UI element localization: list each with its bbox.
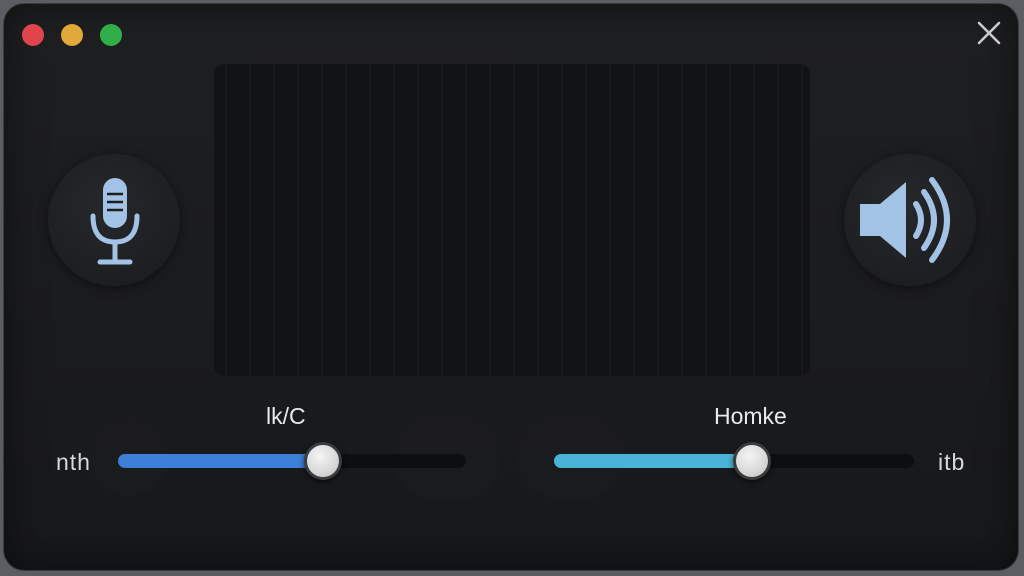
- slider-left-title: lk/C: [266, 403, 306, 429]
- slider-right-track[interactable]: [554, 442, 914, 480]
- window-minimize-light[interactable]: [61, 24, 83, 46]
- slider-left-side-label: nth: [56, 449, 91, 475]
- slider-left-thumb[interactable]: [304, 442, 343, 480]
- microphone-button[interactable]: [48, 154, 180, 286]
- slider-right-thumb[interactable]: [733, 442, 771, 480]
- close-icon: [977, 21, 1001, 45]
- slider-left-fill: [118, 454, 324, 468]
- microphone-icon: [90, 178, 140, 265]
- slider-right-fill: [554, 454, 752, 468]
- waveform: [215, 64, 810, 376]
- speaker-icon: [860, 177, 950, 263]
- close-button[interactable]: [974, 18, 1004, 48]
- slider-right-side-label: itb: [938, 449, 966, 475]
- window-maximize-light[interactable]: [100, 24, 122, 46]
- slider-left-track[interactable]: [118, 442, 466, 480]
- slider-right-title: Homke: [714, 403, 787, 429]
- window-close-light[interactable]: [22, 24, 44, 46]
- traffic-lights: [22, 24, 122, 46]
- waveform-display: [214, 64, 810, 376]
- speaker-button[interactable]: [844, 154, 976, 286]
- app-window: lk/C nth Homke itb: [4, 4, 1018, 570]
